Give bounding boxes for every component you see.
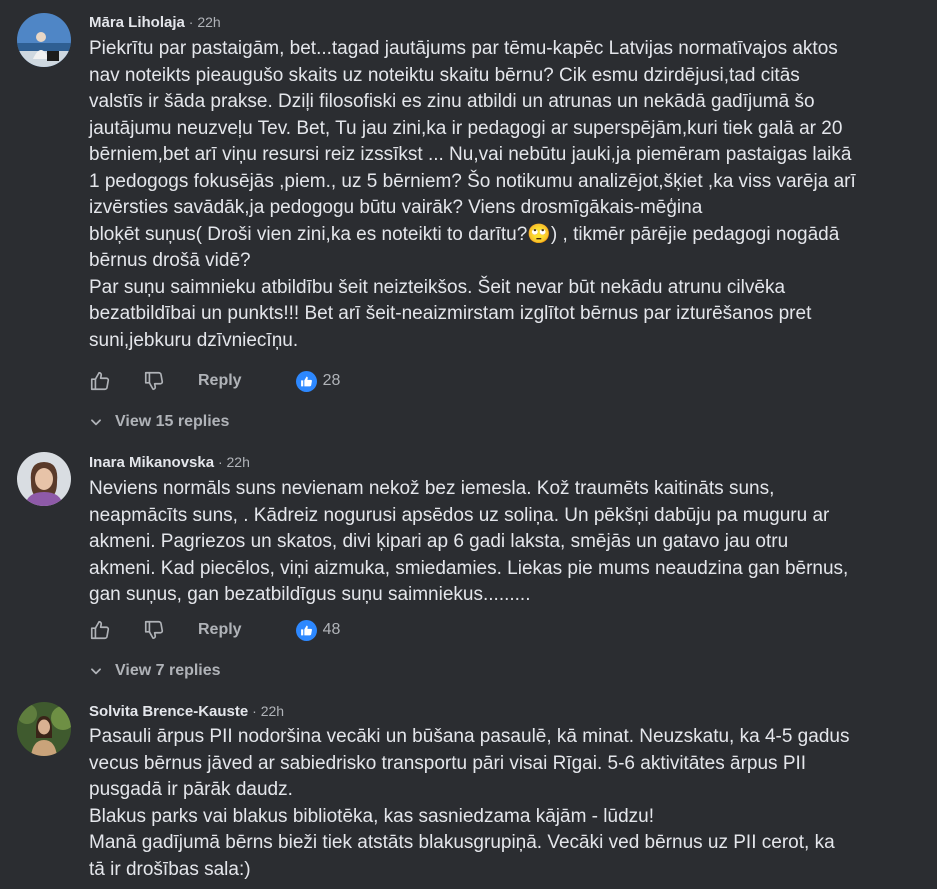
reaction-count[interactable]: 48 — [295, 619, 341, 641]
chevron-down-icon — [91, 419, 101, 426]
thumbs-up-icon — [90, 620, 110, 640]
like-count: 48 — [322, 621, 341, 638]
dislike-button[interactable] — [143, 619, 165, 641]
comment-line: neapmācīts suns, . Kādreiz nogurusi apsē… — [89, 504, 830, 526]
avatar[interactable] — [17, 452, 71, 506]
comment-line: akmeni. Pagriezos un skatos, divi ķipari… — [89, 531, 789, 552]
comment-line: vecus bērnus jāved ar sabiedrisko transp… — [89, 752, 807, 774]
comment-text: Piekrītu par pastaigām, bet...tagad jaut… — [89, 36, 919, 354]
like-button[interactable] — [89, 619, 111, 641]
comment-line: Pasauli ārpus PII nodoršina vecāki un bū… — [89, 726, 850, 747]
comment-line: bērnus drošā vidē? — [89, 250, 251, 271]
comment-text: Neviens normāls suns nevienam nekož bez … — [89, 476, 919, 609]
comment-line: 1 pedogogs fokusējās ,piem., uz 5 bērnie… — [89, 170, 856, 192]
comment-actions: Reply 28 — [89, 368, 340, 394]
separator-dot: · — [214, 454, 227, 470]
comment-header: Inara Mikanovska · 22h — [89, 454, 250, 471]
like-count: 28 — [322, 372, 341, 389]
comment-line: suni,jebkuru dzīvniecīņu. — [89, 329, 299, 351]
comment-line: bloķēt suņus( Droši vien zini,ka es note… — [89, 223, 840, 245]
timestamp[interactable]: 22h — [197, 14, 220, 30]
dislike-button[interactable] — [143, 370, 165, 392]
separator-dot: · — [248, 703, 261, 719]
reaction-count[interactable]: 28 — [295, 370, 341, 392]
comment-line: gan suņus, gan bezatbildīgus suņu saimni… — [89, 584, 531, 605]
comment-line: tā ir drošības sala:) — [89, 858, 251, 880]
comment-line: akmeni. Kad piecēlos, viņi aizmuka, smie… — [89, 557, 849, 579]
comment-line: Neviens normāls suns nevienam nekož bez … — [89, 478, 775, 499]
comment-line: valstīs ir šāda prakse. Dziļi filosofisk… — [89, 91, 815, 112]
comment-line: pusgadā ir pārāk daudz. — [89, 779, 293, 800]
comment-header: Māra Liholaja · 22h — [89, 14, 221, 31]
comment-text: Pasauli ārpus PII nodoršina vecāki un bū… — [89, 724, 919, 883]
timestamp[interactable]: 22h — [261, 703, 284, 719]
view-replies-label: View 7 replies — [115, 662, 221, 679]
comment-line: Blakus parks vai blakus bibliotēka, kas … — [89, 805, 654, 827]
reply-button[interactable]: Reply — [198, 372, 242, 390]
comment-line: bezatbildībai un punkts!!! Bet arī šeit-… — [89, 303, 812, 324]
thumbs-down-icon — [144, 371, 164, 391]
thumbs-up-icon — [90, 371, 110, 391]
comment-line: izvērsties savādāk,ja pedogogu būtu vair… — [89, 197, 703, 218]
author-name[interactable]: Inara Mikanovska — [89, 454, 214, 471]
like-reaction-icon — [295, 370, 317, 392]
thumbs-down-icon — [144, 620, 164, 640]
author-name[interactable]: Solvita Brence-Kauste — [89, 703, 248, 720]
comment-line: Manā gadījumā bērns bieži tiek atstāts b… — [89, 832, 835, 853]
reply-button[interactable]: Reply — [198, 621, 242, 639]
comment-line: bērniem,bet arī viņu resursi reiz izssīk… — [89, 144, 852, 165]
comment-line: nav noteikts pieaugušo skaits uz noteikt… — [89, 64, 800, 86]
view-replies-button[interactable]: View 7 replies — [89, 662, 221, 680]
view-replies-label: View 15 replies — [115, 413, 230, 430]
avatar[interactable] — [17, 702, 71, 756]
comment-line: Piekrītu par pastaigām, bet...tagad jaut… — [89, 38, 838, 59]
view-replies-button[interactable]: View 15 replies — [89, 413, 229, 431]
comment-actions: Reply 48 — [89, 617, 340, 643]
chevron-down-icon — [91, 668, 101, 675]
timestamp[interactable]: 22h — [227, 454, 250, 470]
separator-dot: · — [184, 14, 198, 30]
comment-line: Par suņu saimnieku atbildību šeit neizte… — [89, 276, 786, 298]
comment-line: jautājumu neuzveļu Tev. Bet, Tu jau zini… — [89, 117, 843, 139]
author-name[interactable]: Māra Liholaja — [89, 14, 185, 31]
comment-header: Solvita Brence-Kauste · 22h — [89, 703, 284, 720]
like-button[interactable] — [89, 370, 111, 392]
like-reaction-icon — [295, 619, 317, 641]
avatar[interactable] — [17, 13, 71, 67]
